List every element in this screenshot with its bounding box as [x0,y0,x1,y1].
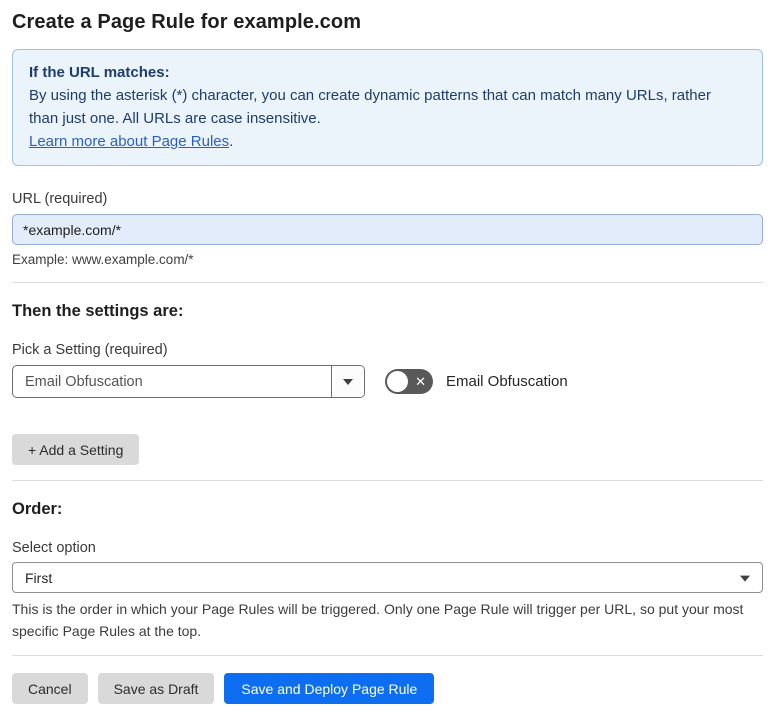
info-box-body: By using the asterisk (*) character, you… [29,87,711,127]
save-draft-button[interactable]: Save as Draft [97,673,215,704]
setting-picker-arrow-button[interactable] [331,366,364,397]
chevron-down-icon [740,575,750,582]
setting-picker-value: Email Obfuscation [25,373,143,390]
divider-footer [12,655,763,656]
setting-picker-dropdown[interactable]: Email Obfuscation [12,365,365,398]
footer-actions: Cancel Save as Draft Save and Deploy Pag… [12,673,763,704]
order-select-label: Select option [12,540,96,556]
url-match-info-box: If the URL matches: By using the asteris… [12,49,763,166]
link-period: . [229,133,234,150]
order-select-value: First [25,569,53,586]
learn-more-link[interactable]: Learn more about Page Rules [29,133,229,150]
cancel-button[interactable]: Cancel [12,673,88,704]
page-title: Create a Page Rule for example.com [12,11,362,33]
setting-row: Email Obfuscation ✕ Email Obfuscation [12,365,763,398]
info-box-heading: If the URL matches: [29,64,170,81]
url-example-hint: Example: www.example.com/* [12,252,194,267]
order-section-heading: Order: [12,500,63,518]
divider-url-settings [12,282,763,283]
toggle-off-x-icon: ✕ [415,373,426,389]
order-select[interactable]: First [12,562,763,593]
email-obfuscation-toggle[interactable]: ✕ [385,369,433,394]
info-box-link-line: Learn more about Page Rules. [29,130,746,153]
url-input[interactable] [12,214,763,245]
toggle-label: Email Obfuscation [446,373,568,390]
divider-settings-order [12,480,763,481]
toggle-knob [387,371,408,392]
add-setting-button[interactable]: + Add a Setting [12,434,140,465]
order-help-text: This is the order in which your Page Rul… [12,601,744,639]
url-field-label: URL (required) [12,191,108,207]
settings-section-heading: Then the settings are: [12,302,184,320]
setting-picker-label: Pick a Setting (required) [12,342,168,358]
save-deploy-button[interactable]: Save and Deploy Page Rule [224,673,435,704]
chevron-down-icon [343,378,353,385]
